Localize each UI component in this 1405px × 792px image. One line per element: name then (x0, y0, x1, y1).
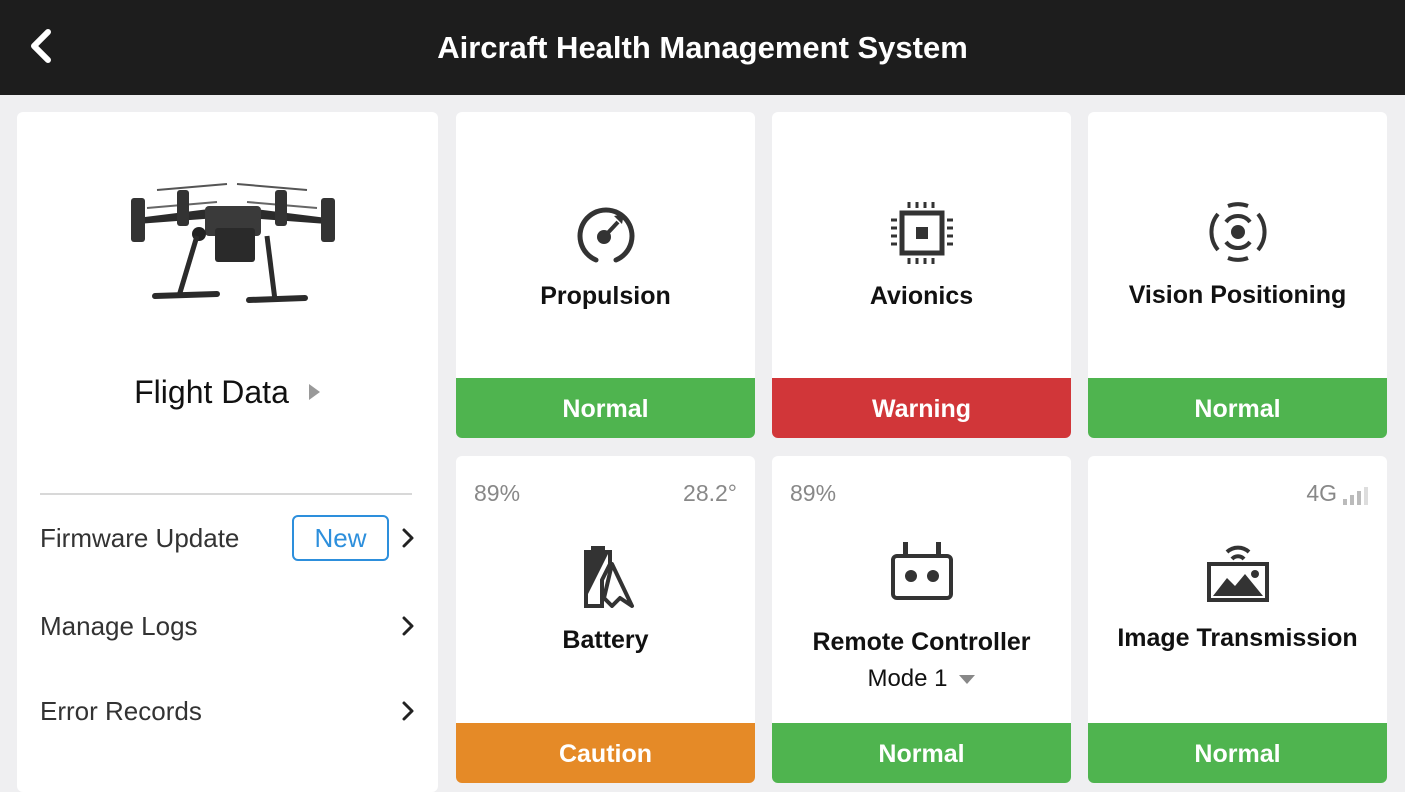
chevron-right-icon (402, 701, 414, 721)
divider (40, 493, 412, 495)
menu-item-label: Manage Logs (40, 610, 198, 641)
vision-positioning-card[interactable]: Vision Positioning Normal (1088, 112, 1387, 438)
module-name: Propulsion (540, 282, 671, 310)
flight-data-link[interactable]: Flight Data (17, 367, 438, 417)
status-badge: Normal (1088, 378, 1387, 438)
back-button[interactable] (22, 24, 62, 68)
error-records-item[interactable]: Error Records (40, 683, 415, 739)
menu-item-label: Firmware Update (40, 522, 240, 553)
module-name: Remote Controller (812, 628, 1031, 656)
drone-image (131, 183, 335, 303)
mode-selector[interactable]: Mode 1 (772, 665, 1071, 693)
firmware-update-item[interactable]: Firmware Update New (40, 510, 415, 566)
signal-strength-icon (1343, 487, 1368, 505)
module-name: Avionics (869, 282, 974, 310)
caret-down-icon (958, 675, 975, 684)
module-name: Image Transmission (1117, 624, 1358, 652)
avionics-card[interactable]: Avionics Warning (772, 112, 1071, 438)
status-badge: Caution (456, 723, 755, 783)
mode-label: Mode 1 (867, 665, 948, 692)
header-bar: Aircraft Health Management System (0, 0, 1405, 95)
flight-data-label: Flight Data (134, 373, 289, 410)
aircraft-panel: Flight Data Firmware Update New Manage L… (17, 112, 438, 792)
controller-battery-level: 89% (790, 480, 837, 506)
remote-controller-icon (772, 538, 1071, 602)
menu-item-label: Error Records (40, 695, 202, 726)
battery-level: 89% (474, 480, 521, 506)
chevron-right-icon (402, 528, 414, 548)
chevron-right-icon (402, 616, 414, 636)
status-badge: Normal (1088, 723, 1387, 783)
status-badge: Normal (772, 723, 1071, 783)
status-badge: Warning (772, 378, 1071, 438)
battery-icon (456, 544, 755, 608)
caret-right-icon (308, 384, 320, 400)
manage-logs-item[interactable]: Manage Logs (40, 598, 415, 654)
remote-controller-card[interactable]: 89% Remote Controller Mode 1 Normal (772, 456, 1071, 783)
image-transmission-card[interactable]: 4G Image Transmission Normal (1088, 456, 1387, 783)
vision-positioning-icon (1088, 200, 1387, 264)
status-badge: Normal (456, 378, 755, 438)
battery-temperature: 28.2° (683, 480, 737, 506)
battery-card[interactable]: 89% 28.2° Battery Caution (456, 456, 755, 783)
module-name: Vision Positioning (1128, 281, 1347, 309)
new-badge: New (292, 515, 389, 561)
image-transmission-icon (1088, 540, 1387, 604)
chevron-left-icon (31, 29, 51, 63)
network-type: 4G (1306, 480, 1337, 506)
avionics-chip-icon (772, 200, 1071, 266)
propulsion-icon (456, 202, 755, 266)
propulsion-card[interactable]: Propulsion Normal (456, 112, 755, 438)
page-title: Aircraft Health Management System (437, 30, 968, 65)
module-name: Battery (562, 626, 649, 654)
